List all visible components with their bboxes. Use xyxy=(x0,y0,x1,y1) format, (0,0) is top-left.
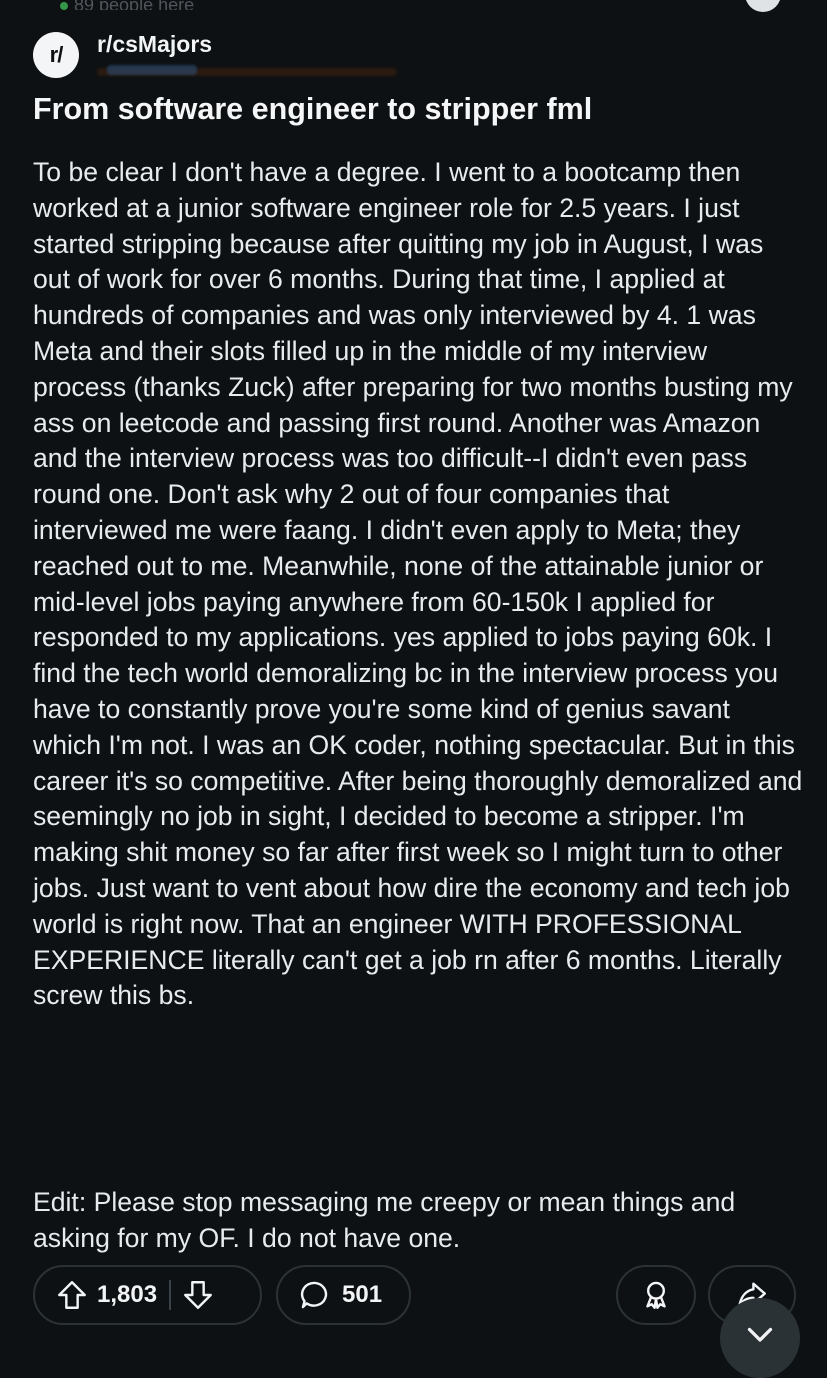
award-ribbon-icon xyxy=(639,1278,673,1312)
online-count-partial: 89 people here xyxy=(60,0,320,10)
redacted-author xyxy=(107,65,197,75)
post-title: From software engineer to stripper fml xyxy=(33,92,593,126)
comments-button[interactable]: 501 xyxy=(276,1265,411,1325)
upvote-arrow-icon[interactable] xyxy=(55,1278,89,1312)
post-edit-note: Edit: Please stop messaging me creepy or… xyxy=(33,1187,736,1253)
comment-count: 501 xyxy=(342,1281,383,1308)
post-header: r/ r/csMajors xyxy=(33,28,793,78)
post-meta-redacted xyxy=(97,62,397,80)
chevron-down-icon xyxy=(742,1316,778,1352)
user-avatar[interactable] xyxy=(745,0,781,12)
online-dot-icon xyxy=(60,2,68,10)
award-button[interactable] xyxy=(616,1265,696,1325)
subreddit-name[interactable]: r/csMajors xyxy=(97,31,212,58)
subreddit-icon[interactable]: r/ xyxy=(33,32,79,78)
scroll-down-button[interactable] xyxy=(720,1298,800,1378)
downvote-arrow-icon[interactable] xyxy=(181,1278,215,1312)
vote-bar: 1,803 xyxy=(33,1265,262,1325)
comment-bubble-icon xyxy=(298,1278,332,1312)
post-body: To be clear I don't have a degree. I wen… xyxy=(33,157,803,1011)
vote-divider xyxy=(169,1280,172,1310)
upvote-count: 1,803 xyxy=(97,1281,158,1308)
